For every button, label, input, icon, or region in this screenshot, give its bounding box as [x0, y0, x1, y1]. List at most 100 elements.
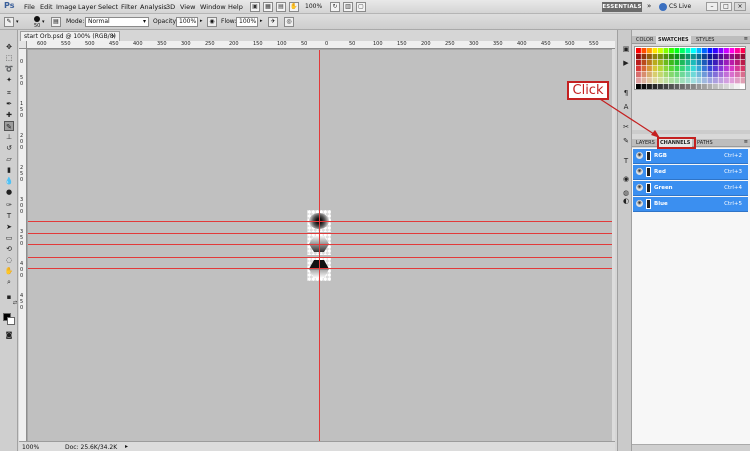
marquee-tool-icon[interactable]: ⬚	[4, 53, 14, 63]
visibility-eye-icon[interactable]: ◉	[636, 152, 643, 159]
menu-edit[interactable]: Edit	[40, 3, 53, 11]
swatch[interactable]	[669, 72, 674, 78]
swatch[interactable]	[674, 66, 680, 72]
swatch[interactable]	[696, 66, 702, 72]
zoom-level-dropdown[interactable]: 100%	[305, 3, 322, 10]
swatch[interactable]	[663, 78, 669, 84]
swatch[interactable]	[674, 54, 680, 60]
swatch[interactable]	[636, 54, 641, 60]
zoom-tool-icon[interactable]: ⌕	[4, 277, 14, 287]
tab-styles[interactable]: STYLES	[694, 36, 716, 44]
swatch[interactable]	[680, 72, 685, 78]
brush-preview-icon[interactable]	[34, 16, 40, 22]
swatch[interactable]	[740, 78, 746, 84]
swatch[interactable]	[647, 54, 652, 60]
swatch[interactable]	[740, 72, 746, 78]
swatch[interactable]	[729, 54, 735, 60]
swatch[interactable]	[718, 78, 724, 84]
menu-layer[interactable]: Layer	[78, 3, 96, 11]
swatch[interactable]	[641, 66, 647, 72]
swatch[interactable]	[696, 60, 702, 66]
opacity-slider-chevron-icon[interactable]: ▸	[200, 18, 203, 24]
view-extras-icon[interactable]: ▤	[276, 2, 286, 12]
status-menu-arrow-icon[interactable]: ▸	[125, 443, 128, 450]
brush-tool-preset-icon[interactable]: ✎	[4, 17, 14, 27]
swatch[interactable]	[685, 48, 691, 54]
swatch[interactable]	[740, 54, 746, 60]
channel-row-rgb[interactable]: ◉ RGB Ctrl+2	[633, 149, 748, 164]
swatch[interactable]	[663, 54, 669, 60]
swatch[interactable]	[729, 72, 735, 78]
visibility-eye-icon[interactable]: ◉	[636, 200, 643, 207]
swatch[interactable]	[674, 60, 680, 66]
guide-horizontal[interactable]	[28, 221, 613, 222]
character-panel-icon[interactable]: A	[621, 102, 631, 112]
menu-view[interactable]: View	[180, 3, 195, 11]
swatch[interactable]	[685, 78, 691, 84]
swatch[interactable]	[658, 60, 663, 66]
swatch[interactable]	[652, 60, 658, 66]
swatch[interactable]	[658, 78, 663, 84]
swatch[interactable]	[729, 66, 735, 72]
swatch[interactable]	[691, 78, 696, 84]
visibility-eye-icon[interactable]: ◉	[636, 184, 643, 191]
menu-filter[interactable]: Filter	[121, 3, 137, 11]
swatch[interactable]	[658, 54, 663, 60]
ruler-vertical[interactable]: 0 5 0 1 5 0 2 0 0 2 5 0 3 0 0 3 5 0 4 0 …	[19, 49, 27, 441]
bridge-icon[interactable]: ▣	[250, 2, 260, 12]
blur-tool-icon[interactable]: 💧	[4, 176, 14, 186]
swatch[interactable]	[652, 72, 658, 78]
swatch[interactable]	[724, 48, 729, 54]
swatch[interactable]	[696, 84, 702, 89]
swatch[interactable]	[691, 72, 696, 78]
menu-analysis[interactable]: Analysis	[140, 3, 167, 11]
move-tool-icon[interactable]: ✥	[4, 42, 14, 52]
brush-panel-icon[interactable]: ✎	[621, 136, 631, 146]
swatch[interactable]	[669, 48, 674, 54]
swatch[interactable]	[724, 72, 729, 78]
swatch[interactable]	[685, 54, 691, 60]
rotate-view-icon[interactable]: ↻	[330, 2, 340, 12]
brush-picker-chevron-down-icon[interactable]: ▾	[42, 19, 45, 25]
swatch[interactable]	[735, 54, 740, 60]
swatch[interactable]	[691, 66, 696, 72]
swatch[interactable]	[735, 60, 740, 66]
swatch[interactable]	[713, 84, 718, 89]
flow-slider-chevron-icon[interactable]: ▸	[260, 18, 263, 24]
swatch[interactable]	[729, 84, 735, 89]
panel-menu-icon[interactable]: ≡	[744, 139, 748, 145]
swatch[interactable]	[713, 60, 718, 66]
swatch[interactable]	[713, 72, 718, 78]
swatch[interactable]	[718, 48, 724, 54]
brush-panel-toggle-icon[interactable]: ▤	[51, 17, 61, 27]
swatch[interactable]	[663, 60, 669, 66]
swatch[interactable]	[702, 66, 707, 72]
swatch[interactable]	[669, 84, 674, 89]
guide-horizontal[interactable]	[28, 268, 613, 269]
swatch[interactable]	[707, 72, 713, 78]
close-document-icon[interactable]: ×	[111, 32, 116, 41]
swatches-grid[interactable]	[634, 46, 746, 90]
swatch[interactable]	[735, 66, 740, 72]
swatch[interactable]	[702, 84, 707, 89]
swatch[interactable]	[702, 78, 707, 84]
guide-horizontal[interactable]	[28, 244, 613, 245]
swatch[interactable]	[685, 60, 691, 66]
swatch[interactable]	[740, 84, 746, 89]
airbrush-icon[interactable]: ✈	[268, 17, 278, 27]
swatch[interactable]	[718, 66, 724, 72]
guide-vertical[interactable]	[319, 50, 320, 441]
swatch[interactable]	[647, 72, 652, 78]
lasso-tool-icon[interactable]: ➰	[4, 64, 14, 74]
swatch[interactable]	[707, 66, 713, 72]
swatch[interactable]	[663, 84, 669, 89]
dodge-tool-icon[interactable]: ●	[4, 187, 14, 197]
status-zoom[interactable]: 100%	[22, 444, 39, 451]
actions-panel-icon[interactable]: ▶	[621, 58, 631, 68]
swatch[interactable]	[647, 60, 652, 66]
workspace-essentials-button[interactable]: ESSENTIALS	[602, 2, 642, 12]
paragraph-panel-icon[interactable]: ¶	[621, 88, 631, 98]
eyedropper-tool-icon[interactable]: ✒	[4, 99, 14, 109]
swatch[interactable]	[658, 66, 663, 72]
swatch[interactable]	[636, 48, 641, 54]
